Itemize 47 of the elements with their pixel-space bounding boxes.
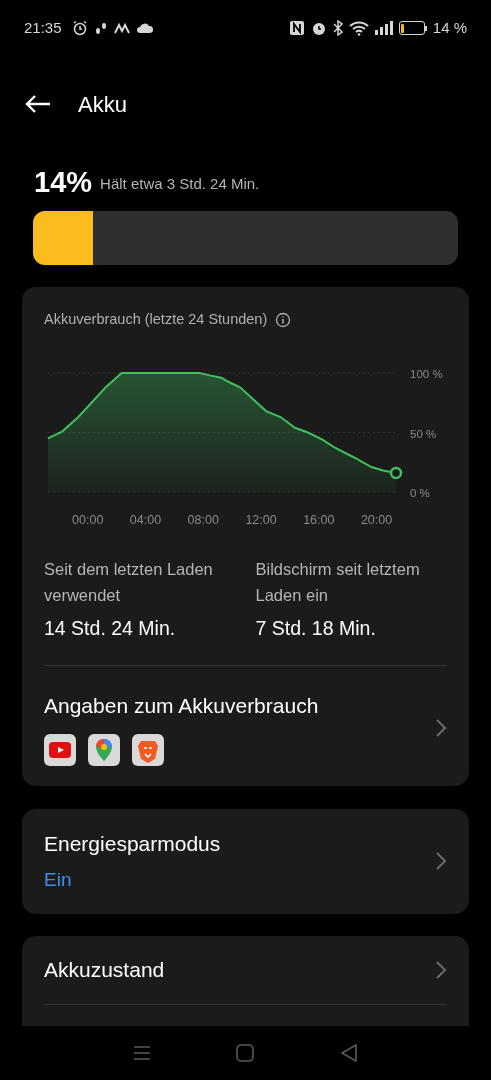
current-point <box>389 466 403 479</box>
stat-label: Bildschirm seit letztem Laden ein <box>255 558 421 606</box>
chevron-right-icon <box>435 959 447 980</box>
x-tick-label: 16:00 <box>303 512 335 527</box>
x-tick-label: 00:00 <box>72 512 104 527</box>
chart-title: Akkuverbrauch (letzte 24 Stunden) <box>44 310 268 329</box>
row-value: Ein <box>44 867 73 892</box>
battery-health-row[interactable]: Akkuzustand <box>44 935 447 1004</box>
row-title: Akkuzustand <box>44 956 166 983</box>
menu-icon[interactable] <box>132 1044 151 1061</box>
alarm-clock-icon <box>71 20 88 36</box>
info-icon <box>275 311 292 328</box>
y-tick-label: 50 % <box>410 427 437 440</box>
battery-icon <box>398 21 427 35</box>
y-tick-label: 100 % <box>410 367 443 380</box>
chevron-right-icon <box>435 717 447 738</box>
stat-value: 14 Std. 24 Min. <box>44 615 177 641</box>
power-saving-row[interactable]: Energiesparmodus Ein <box>22 808 469 914</box>
status-time: 21:35 <box>24 17 62 38</box>
stat-value: 7 Std. 18 Min. <box>255 615 377 641</box>
play-icon <box>44 733 76 766</box>
battery-percent: 14 % <box>432 17 467 38</box>
back-icon[interactable] <box>340 1042 359 1063</box>
chevron-right-icon <box>435 851 447 871</box>
footprints-icon <box>93 20 108 36</box>
home-icon[interactable] <box>236 1043 255 1062</box>
x-tick-label: 20:00 <box>360 512 393 527</box>
page-title: Akku <box>78 90 127 119</box>
wifi-icon <box>348 20 369 36</box>
signal-icon <box>374 21 393 35</box>
row-title: Angaben zum Akkuverbrauch <box>44 693 320 719</box>
battery-percentage: 14% <box>34 168 93 197</box>
back-button[interactable] <box>24 94 52 114</box>
x-tick-label: 08:00 <box>187 512 219 527</box>
battery-estimate: Hält etwa 3 Std. 24 Min. <box>100 173 260 194</box>
nfc-icon <box>288 20 305 36</box>
alarm-clock-icon <box>310 20 327 36</box>
stat-label: Seit dem letzten Laden verwendet <box>44 558 214 606</box>
cloud-icon <box>135 22 154 34</box>
x-tick-label: 04:00 <box>129 512 162 527</box>
usage-details-row[interactable]: Angaben zum Akkuverbrauch <box>44 666 447 772</box>
row-title: Energiesparmodus <box>44 831 222 857</box>
y-tick-label: 0 % <box>410 486 430 499</box>
map-pin-icon <box>88 733 120 766</box>
bluetooth-icon <box>332 20 343 36</box>
zigzag-icon <box>113 22 130 34</box>
x-tick-label: 12:00 <box>245 512 277 527</box>
